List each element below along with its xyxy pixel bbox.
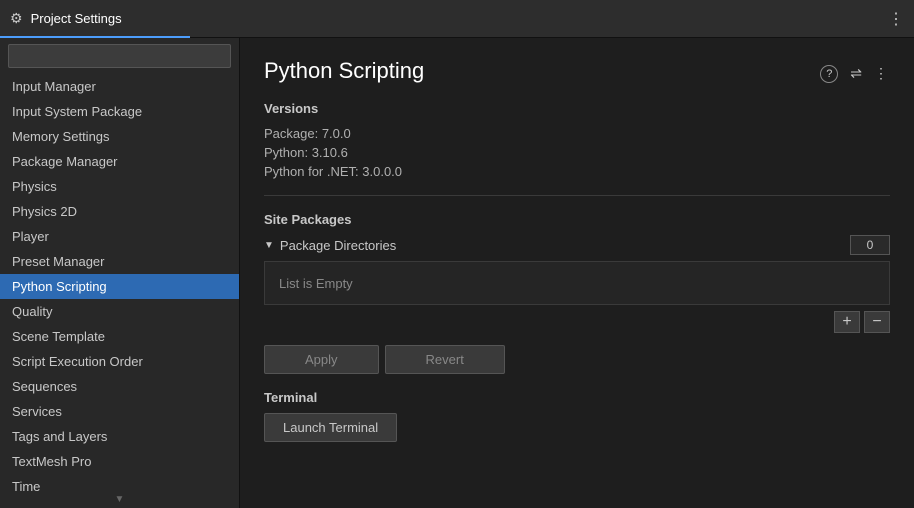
content-header: Python Scripting ? ⇌ ⋮	[264, 58, 890, 85]
collapse-triangle-icon[interactable]: ▼	[264, 240, 274, 251]
apply-button[interactable]: Apply	[264, 345, 379, 374]
list-empty-box: List is Empty	[264, 261, 890, 305]
revert-button[interactable]: Revert	[385, 345, 505, 374]
sidebar-item-services[interactable]: Services	[0, 399, 239, 424]
package-directories-row: ▼ Package Directories 0	[264, 235, 890, 255]
more-dots-icon: ⋮	[874, 65, 888, 81]
scroll-down-indicator: ▼	[0, 491, 239, 508]
sidebar-item-sequences[interactable]: Sequences	[0, 374, 239, 399]
terminal-section: Terminal Launch Terminal	[264, 390, 890, 442]
sidebar-item-physics-2d[interactable]: Physics 2D	[0, 199, 239, 224]
package-version-row: Package: 7.0.0	[264, 124, 890, 143]
section-divider-1	[264, 195, 890, 196]
sidebar-item-tags-and-layers[interactable]: Tags and Layers	[0, 424, 239, 449]
page-title: Python Scripting	[264, 58, 424, 84]
sidebar-item-python-scripting[interactable]: Python Scripting	[0, 274, 239, 299]
list-empty-text: List is Empty	[279, 276, 353, 291]
sidebar-item-input-manager[interactable]: Input Manager	[0, 74, 239, 99]
terminal-section-title: Terminal	[264, 390, 890, 405]
sidebar-item-quality[interactable]: Quality	[0, 299, 239, 324]
sidebar-list: Input ManagerInput System PackageMemory …	[0, 74, 239, 491]
launch-terminal-button[interactable]: Launch Terminal	[264, 413, 397, 442]
help-icon-button[interactable]: ?	[818, 62, 840, 85]
add-item-button[interactable]: +	[834, 311, 860, 333]
window-more-icon[interactable]: ⋮	[888, 11, 904, 28]
search-input[interactable]	[8, 44, 231, 68]
python-dotnet-version-row: Python for .NET: 3.0.0.0	[264, 162, 890, 181]
more-icon-button[interactable]: ⋮	[872, 63, 890, 84]
python-version-row: Python: 3.10.6	[264, 143, 890, 162]
sidebar-item-script-execution-order[interactable]: Script Execution Order	[0, 349, 239, 374]
apply-revert-row: Apply Revert	[264, 345, 890, 374]
main-container: ⚲ Input ManagerInput System PackageMemor…	[0, 38, 914, 508]
sidebar-item-physics[interactable]: Physics	[0, 174, 239, 199]
package-directories-label: Package Directories	[280, 238, 850, 253]
sidebar-item-preset-manager[interactable]: Preset Manager	[0, 249, 239, 274]
header-icons: ? ⇌ ⋮	[818, 62, 890, 85]
site-packages-section-title: Site Packages	[264, 212, 890, 227]
adjust-icon-button[interactable]: ⇌	[848, 63, 864, 84]
sidebar: ⚲ Input ManagerInput System PackageMemor…	[0, 38, 240, 508]
sliders-icon: ⇌	[850, 65, 862, 81]
sidebar-item-time[interactable]: Time	[0, 474, 239, 491]
sidebar-item-textmesh-pro[interactable]: TextMesh Pro	[0, 449, 239, 474]
title-bar: ⚙ Project Settings ⋮	[0, 0, 914, 38]
help-icon: ?	[820, 65, 838, 83]
gear-icon: ⚙	[10, 10, 23, 27]
sidebar-item-scene-template[interactable]: Scene Template	[0, 324, 239, 349]
remove-item-button[interactable]: −	[864, 311, 890, 333]
sidebar-item-package-manager[interactable]: Package Manager	[0, 149, 239, 174]
package-count-box: 0	[850, 235, 890, 255]
content-area: Python Scripting ? ⇌ ⋮ Versions Package:…	[240, 38, 914, 508]
list-actions: + −	[264, 311, 890, 333]
sidebar-item-memory-settings[interactable]: Memory Settings	[0, 124, 239, 149]
versions-section-title: Versions	[264, 101, 890, 116]
window-title: Project Settings	[31, 11, 122, 26]
sidebar-item-input-system-package[interactable]: Input System Package	[0, 99, 239, 124]
search-container: ⚲	[0, 38, 239, 74]
sidebar-item-player[interactable]: Player	[0, 224, 239, 249]
